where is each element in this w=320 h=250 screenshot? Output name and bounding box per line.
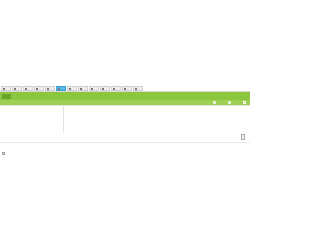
- browser-tab[interactable]: [122, 86, 132, 91]
- tab-favicon-icon: [69, 87, 71, 90]
- browser-tab[interactable]: [34, 86, 44, 91]
- tab-favicon-icon: [14, 87, 16, 90]
- option-checkbox[interactable]: [2, 152, 5, 155]
- browser-tab[interactable]: [100, 86, 110, 91]
- browser-tab[interactable]: [133, 86, 143, 91]
- tab-favicon-icon: [102, 87, 104, 90]
- browser-tab[interactable]: [12, 86, 22, 91]
- left-panel: [1, 106, 64, 133]
- browser-tab[interactable]: [45, 86, 55, 91]
- tab-favicon-icon: [80, 87, 82, 90]
- refresh-icon[interactable]: [213, 101, 216, 104]
- browser-tab[interactable]: [67, 86, 77, 91]
- screen: [0, 0, 250, 250]
- app-logo[interactable]: [2, 93, 11, 99]
- tab-favicon-icon: [3, 87, 5, 90]
- browser-tab[interactable]: [56, 86, 66, 91]
- side-handle-icon[interactable]: [241, 134, 245, 140]
- right-panel: [65, 106, 249, 140]
- tab-favicon-icon: [113, 87, 115, 90]
- browser-tab[interactable]: [1, 86, 11, 91]
- section-divider: [0, 142, 250, 143]
- tab-favicon-icon: [25, 87, 27, 90]
- settings-icon[interactable]: [243, 101, 246, 104]
- tab-favicon-icon: [58, 87, 60, 90]
- tab-favicon-icon: [36, 87, 38, 90]
- tab-favicon-icon: [124, 87, 126, 90]
- browser-tab[interactable]: [23, 86, 33, 91]
- browser-tab[interactable]: [111, 86, 121, 91]
- help-icon[interactable]: [228, 101, 231, 104]
- app-header: [0, 92, 250, 100]
- tab-favicon-icon: [135, 87, 137, 90]
- option-row: [2, 152, 7, 155]
- browser-tab[interactable]: [89, 86, 99, 91]
- tab-favicon-icon: [47, 87, 49, 90]
- tab-favicon-icon: [91, 87, 93, 90]
- browser-tab[interactable]: [78, 86, 88, 91]
